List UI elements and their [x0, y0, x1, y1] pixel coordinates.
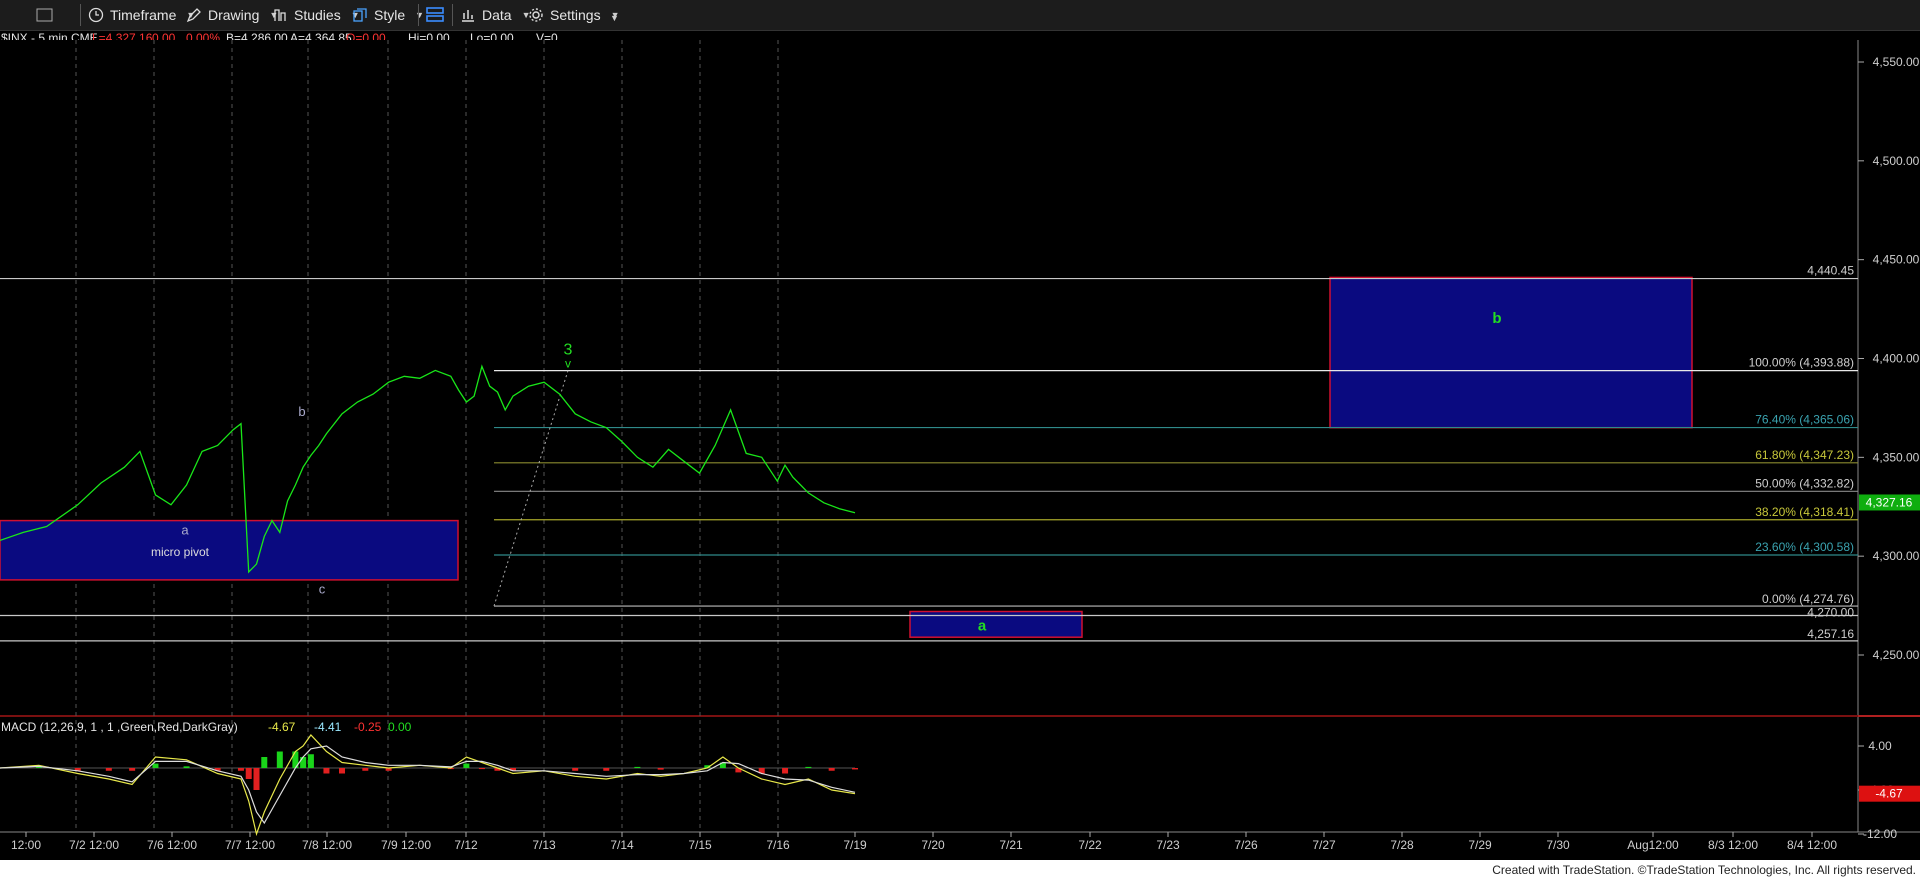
zone-label: a — [978, 617, 987, 634]
footer: Created with TradeStation. ©TradeStation… — [0, 860, 1920, 879]
price-tick-label: 4,400.00 — [1873, 352, 1920, 366]
macd-histogram-bar — [463, 763, 470, 768]
price-tick-label: 4,450.00 — [1873, 253, 1920, 267]
zone-b — [1329, 276, 1693, 429]
wave-label: a — [181, 522, 189, 537]
time-tick-label: 7/28 — [1390, 838, 1414, 852]
macd-histogram-bar — [261, 757, 268, 768]
time-tick-label: 7/2 12:00 — [69, 838, 119, 852]
time-tick-label: 7/29 — [1468, 838, 1492, 852]
wave-label: b — [298, 404, 305, 419]
time-tick-label: 8/3 12:00 — [1708, 838, 1758, 852]
macd-tick-label: -12.00 — [1863, 827, 1897, 841]
macd-histogram-bar — [852, 768, 858, 770]
macd-histogram-bar — [307, 754, 314, 768]
horizontal-line-label: 76.40% (4,365.06) — [1755, 413, 1854, 427]
time-tick-label: 7/19 — [843, 838, 867, 852]
macd-histogram-bar — [478, 768, 485, 770]
time-tick-label: 7/27 — [1312, 838, 1336, 852]
horizontal-line-label: 4,440.45 — [1807, 264, 1854, 278]
time-tick-label: 7/8 12:00 — [302, 838, 352, 852]
time-tick-label: 7/15 — [688, 838, 712, 852]
macd-study-label: MACD (12,26,9, 1 , 1 ,Green,Red,DarkGray… — [1, 720, 238, 734]
horizontal-line-label: 38.20% (4,318.41) — [1755, 505, 1854, 519]
macd-histogram-bar — [105, 768, 112, 771]
macd-histogram-bar — [253, 768, 260, 790]
time-tick-label: 7/26 — [1234, 838, 1258, 852]
horizontal-line-label: 0.00% (4,274.76) — [1762, 592, 1854, 606]
macd-histogram-bar — [183, 766, 190, 768]
horizontal-line-label: 4,270.00 — [1807, 605, 1854, 619]
horizontal-line-label: 50.00% (4,332.82) — [1755, 476, 1854, 490]
time-tick-label: 8/4 12:00 — [1787, 838, 1837, 852]
horizontal-line-label: 4,257.16 — [1807, 627, 1854, 641]
macd-histogram-bar — [805, 766, 812, 768]
time-tick-label: 7/7 12:00 — [225, 838, 275, 852]
time-tick-label: 7/12 — [454, 838, 478, 852]
price-chart[interactable]: 4,250.00 4,300.00 4,350.00 4,400.00 4,450.00… — [0, 0, 1920, 860]
macd-histogram-bar — [603, 768, 610, 771]
macd-value: -0.25 — [354, 720, 382, 734]
price-tick-label: 4,550.00 — [1873, 55, 1920, 69]
time-tick-label: 12:00 — [11, 838, 41, 852]
time-tick-label: 7/20 — [921, 838, 945, 852]
zone-label: b — [1492, 310, 1501, 327]
time-tick-label: 7/6 12:00 — [147, 838, 197, 852]
horizontal-line-label: 100.00% (4,393.88) — [1749, 356, 1854, 370]
time-tick-label: 7/21 — [999, 838, 1023, 852]
macd-histogram-bar — [339, 768, 345, 774]
time-tick-label: 7/13 — [532, 838, 556, 852]
macd-value: -4.67 — [268, 720, 296, 734]
macd-histogram-bar — [657, 768, 664, 770]
wave-label: c — [319, 582, 326, 597]
macd-histogram-bar — [152, 763, 159, 768]
macd-histogram-bar — [572, 768, 579, 771]
plot-area — [0, 40, 1858, 832]
last-price-marker-label: 4,327.16 — [1866, 495, 1913, 509]
time-tick-label: Aug12:00 — [1627, 838, 1679, 852]
time-tick-label: 7/30 — [1546, 838, 1570, 852]
time-tick-label: 7/16 — [766, 838, 790, 852]
macd-histogram-bar — [129, 768, 136, 771]
horizontal-line-label: 23.60% (4,300.58) — [1755, 540, 1854, 554]
price-tick-label: 4,300.00 — [1873, 549, 1920, 563]
macd-tick-label: 4.00 — [1868, 739, 1892, 753]
macd-histogram-bar — [276, 751, 283, 768]
time-tick-label: 7/23 — [1156, 838, 1180, 852]
macd-histogram-bar — [634, 766, 641, 768]
macd-value: 0.00 — [388, 720, 412, 734]
macd-last-marker-label: -4.67 — [1875, 787, 1903, 801]
footer-credit: Created with TradeStation. ©TradeStation… — [1492, 863, 1916, 877]
horizontal-line-label: 61.80% (4,347.23) — [1755, 448, 1854, 462]
zone-micro-pivot — [0, 519, 459, 581]
macd-histogram-bar — [237, 768, 244, 771]
wave-label: v — [565, 356, 571, 370]
macd-histogram-bar — [782, 768, 789, 774]
wave-label: micro pivot — [151, 545, 210, 559]
price-tick-label: 4,250.00 — [1873, 648, 1920, 662]
price-tick-label: 4,500.00 — [1873, 154, 1920, 168]
macd-value: -4.41 — [314, 720, 342, 734]
time-tick-label: 7/14 — [610, 838, 634, 852]
time-tick-label: 7/9 12:00 — [381, 838, 431, 852]
macd-histogram-bar — [362, 768, 369, 771]
macd-histogram-bar — [245, 768, 252, 779]
price-tick-label: 4,350.00 — [1873, 450, 1920, 464]
macd-histogram-bar — [300, 757, 307, 768]
macd-histogram-bar — [828, 768, 835, 771]
time-tick-label: 7/22 — [1078, 838, 1102, 852]
macd-histogram-bar — [323, 768, 330, 774]
